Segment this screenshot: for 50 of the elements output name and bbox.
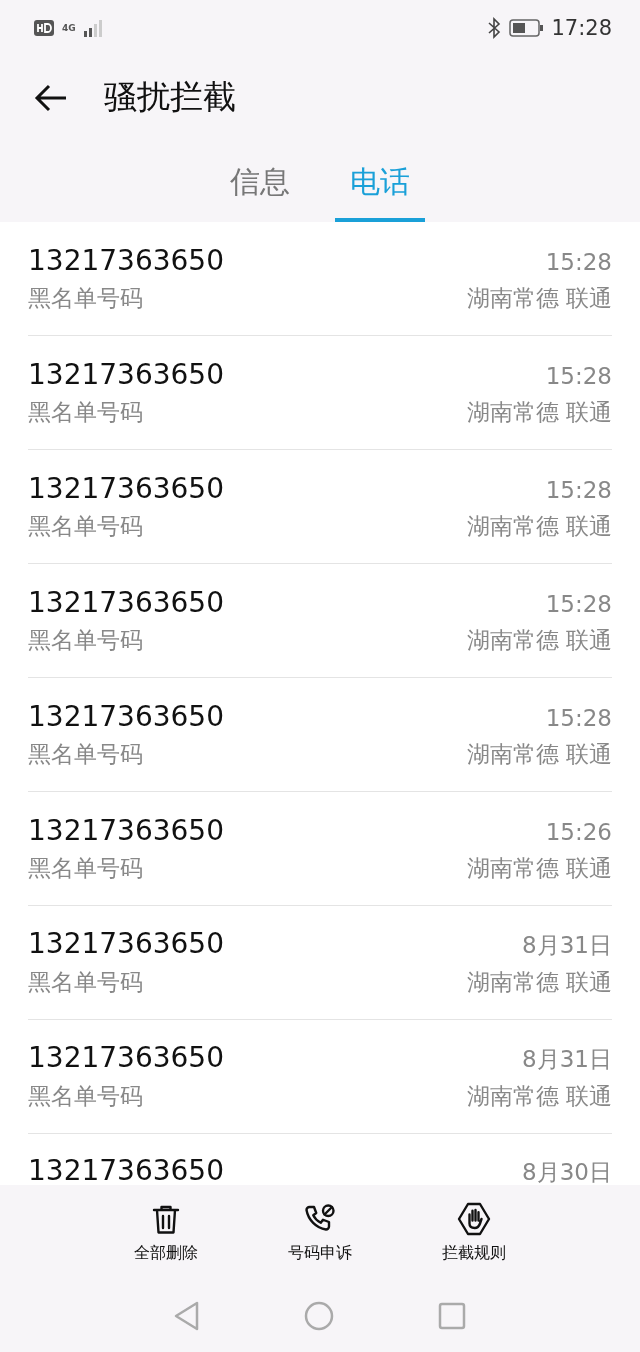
signal-icon (83, 18, 104, 37)
number-location: 湖南常德 联通 (466, 625, 612, 655)
network-type: 4G (62, 22, 76, 33)
number-location: 湖南常德 联通 (466, 511, 612, 541)
action-button[interactable]: 全部删除 (118, 1201, 214, 1264)
number-location: 湖南常德 联通 (466, 739, 612, 769)
hd-icon (34, 19, 54, 36)
triangle-back-icon (174, 1301, 200, 1331)
phone-number: 13217363650 (28, 471, 224, 505)
phone-number: 13217363650 (28, 813, 224, 847)
blacklist-label: 黑名单号码 (28, 853, 143, 883)
call-time: 8月31日 (522, 931, 612, 960)
call-time: 15:28 (545, 248, 612, 275)
clock: 17:28 (551, 15, 612, 40)
call-time: 15:28 (545, 476, 612, 503)
phone-number: 13217363650 (28, 699, 224, 733)
number-location: 湖南常德 联通 (466, 283, 612, 313)
page-title: 骚扰拦截 (104, 76, 236, 118)
action-button[interactable]: 号码申诉 (272, 1201, 368, 1264)
square-recents-icon (438, 1302, 466, 1330)
phone-number: 13217363650 (28, 585, 224, 619)
number-location: 湖南常德 联通 (466, 968, 612, 997)
blacklist-label: 黑名单号码 (28, 283, 143, 313)
blacklist-label: 黑名单号码 (28, 625, 143, 655)
number-location: 湖南常德 联通 (466, 397, 612, 427)
phone-number: 13217363650 (28, 927, 224, 960)
number-location: 湖南常德 联通 (466, 1082, 612, 1111)
phone-number: 13217363650 (28, 1154, 224, 1185)
blacklist-label: 黑名单号码 (28, 397, 143, 427)
back-arrow-icon (34, 82, 68, 113)
circle-home-icon (304, 1301, 334, 1331)
tab[interactable]: 信息 (215, 140, 305, 222)
call-time: 15:28 (545, 704, 612, 731)
blacklist-label: 黑名单号码 (28, 511, 143, 541)
phone-number: 13217363650 (28, 243, 224, 277)
blacklist-label: 黑名单号码 (28, 739, 143, 769)
blacklist-label: 黑名单号码 (28, 968, 143, 997)
action-button[interactable]: 拦截规则 (426, 1201, 522, 1264)
number-location: 湖南常德 联通 (466, 853, 612, 883)
call-time: 15:28 (545, 362, 612, 389)
call-time: 8月30日 (522, 1158, 612, 1185)
phone-number: 13217363650 (28, 357, 224, 391)
battery-icon (509, 18, 544, 37)
hand-stop-icon (456, 1201, 492, 1237)
call-time: 15:28 (545, 590, 612, 617)
call-time: 15:26 (545, 818, 612, 845)
phone-number: 13217363650 (28, 1041, 224, 1074)
bluetooth-icon (487, 16, 502, 39)
call-time: 8月31日 (522, 1045, 612, 1074)
blacklist-label: 黑名单号码 (28, 1082, 143, 1111)
